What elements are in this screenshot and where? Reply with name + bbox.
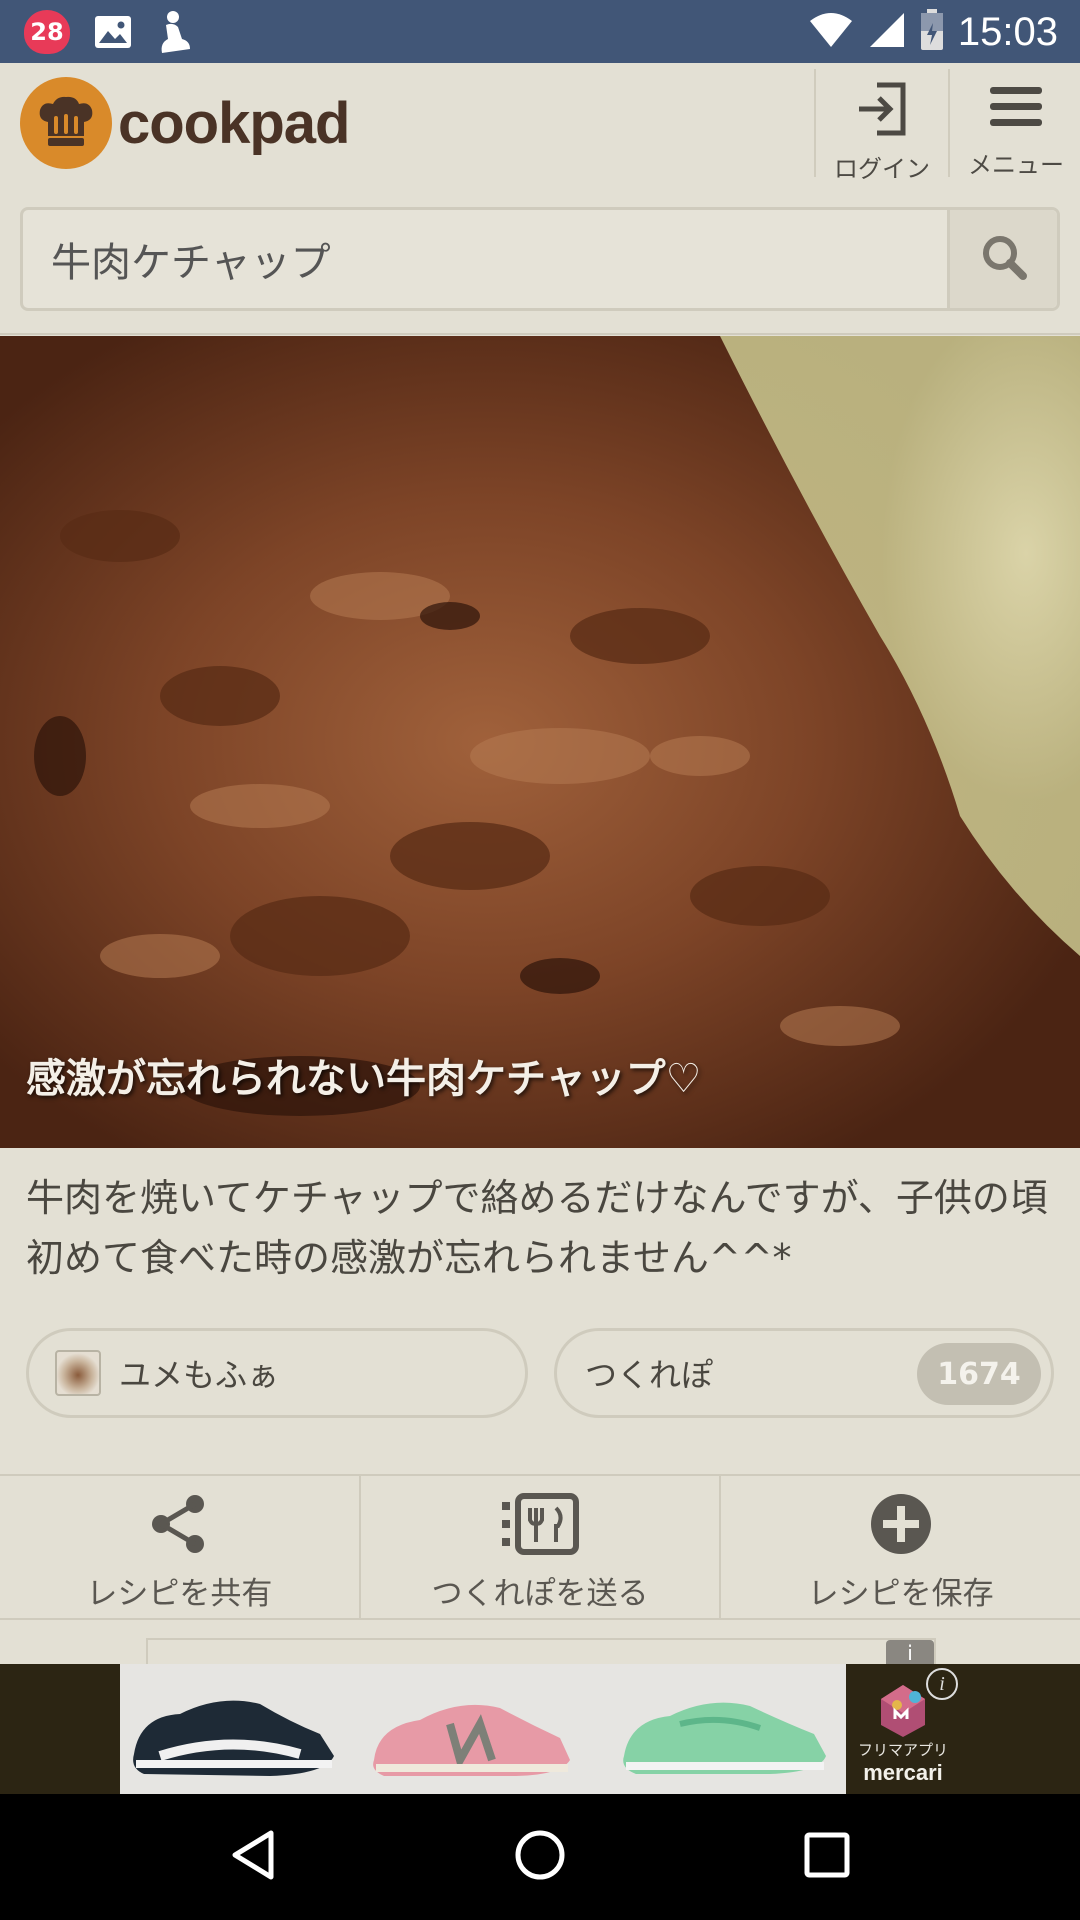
- brand-name: cookpad: [118, 90, 350, 156]
- gallery-icon: [94, 15, 132, 49]
- mercari-name: mercari: [863, 1760, 943, 1785]
- notification-count: 28: [30, 18, 64, 46]
- sneaker-mint: [623, 1702, 826, 1774]
- login-label: ログイン: [834, 155, 930, 183]
- recipe-photo[interactable]: 感激が忘れられない牛肉ケチャップ♡: [0, 336, 1080, 1148]
- add-icon: [869, 1492, 933, 1560]
- menu-label: メニュー: [968, 151, 1064, 179]
- author-avatar: [55, 1350, 101, 1396]
- sneaker-black: [133, 1700, 334, 1776]
- header: cookpad ログイン メニュー: [0, 63, 1080, 185]
- recents-icon[interactable]: [803, 1831, 851, 1883]
- ad-info-icon-symbol: i: [939, 1672, 945, 1695]
- page: 28 15:03 cookpad ログイン メニュー 牛肉ケチャップ 感激が忘れ…: [0, 0, 1080, 1920]
- search-box: [20, 207, 1060, 311]
- save-recipe-button[interactable]: レシピを保存: [719, 1476, 1080, 1618]
- recipe-actions: レシピを共有 つくれぽを送る レシピを保存: [0, 1474, 1080, 1620]
- search-bar: [0, 185, 1080, 335]
- home-icon[interactable]: [514, 1829, 566, 1885]
- share-label: レシピを共有: [86, 1576, 273, 1612]
- beef-photo-illustration: [0, 336, 1080, 1148]
- menu-button[interactable]: メニュー: [948, 69, 1080, 179]
- sneaker-pink: [373, 1704, 570, 1776]
- app-notification-icon: [156, 9, 192, 55]
- recipe-title: 感激が忘れられない牛肉ケチャップ♡: [26, 1056, 702, 1102]
- notification-heart-icon: 28: [24, 10, 70, 54]
- status-bar: 28 15:03: [0, 0, 1080, 63]
- search-button[interactable]: [947, 210, 1057, 308]
- send-tsukurepo-label: つくれぽを送る: [431, 1576, 649, 1612]
- login-button[interactable]: ログイン: [814, 69, 948, 183]
- send-tsukurepo-button[interactable]: つくれぽを送る: [358, 1476, 720, 1618]
- save-label: レシピを保存: [807, 1576, 994, 1612]
- mercari-logo-mark: [881, 1685, 925, 1737]
- cookpad-logo[interactable]: cookpad: [20, 77, 350, 169]
- ad-banner[interactable]: フリマアプリ mercari i: [0, 1664, 1080, 1794]
- share-icon: [147, 1492, 211, 1560]
- recipe-description: 牛肉を焼いてケチャップで絡めるだけなんですが、子供の頃初めて食べた時の感激が忘れ…: [26, 1176, 1048, 1280]
- search-input[interactable]: [23, 210, 951, 308]
- hamburger-menu-icon: [988, 81, 1044, 137]
- tsukurepo-count: 1674: [917, 1343, 1041, 1405]
- author-name: ユメもふぁ: [119, 1356, 280, 1394]
- tsukurepo-icon: [500, 1492, 580, 1560]
- clock: 15:03: [957, 9, 1058, 54]
- tsukurepo-button[interactable]: つくれぽ 1674: [554, 1328, 1054, 1418]
- wifi-icon: [808, 11, 854, 53]
- chef-hat-icon: [20, 77, 112, 169]
- ad-frame: [146, 1638, 936, 1664]
- navigation-bar: [0, 1794, 1080, 1920]
- mercari-tagline: フリマアプリ: [857, 1741, 948, 1759]
- back-icon[interactable]: [229, 1829, 277, 1885]
- ad-info-tab-symbol: i: [907, 1641, 913, 1665]
- ad-info-tab[interactable]: i: [886, 1640, 934, 1666]
- search-icon: [979, 232, 1029, 286]
- share-recipe-button[interactable]: レシピを共有: [0, 1476, 359, 1618]
- ad-image-sneakers: [120, 1664, 846, 1794]
- author-button[interactable]: ユメもふぁ: [26, 1328, 528, 1418]
- battery-icon: [920, 9, 944, 55]
- ad-info-icon[interactable]: i: [926, 1668, 958, 1700]
- tsukurepo-label: つくれぽ: [585, 1356, 714, 1394]
- signal-icon: [868, 11, 906, 53]
- login-icon: [855, 81, 909, 141]
